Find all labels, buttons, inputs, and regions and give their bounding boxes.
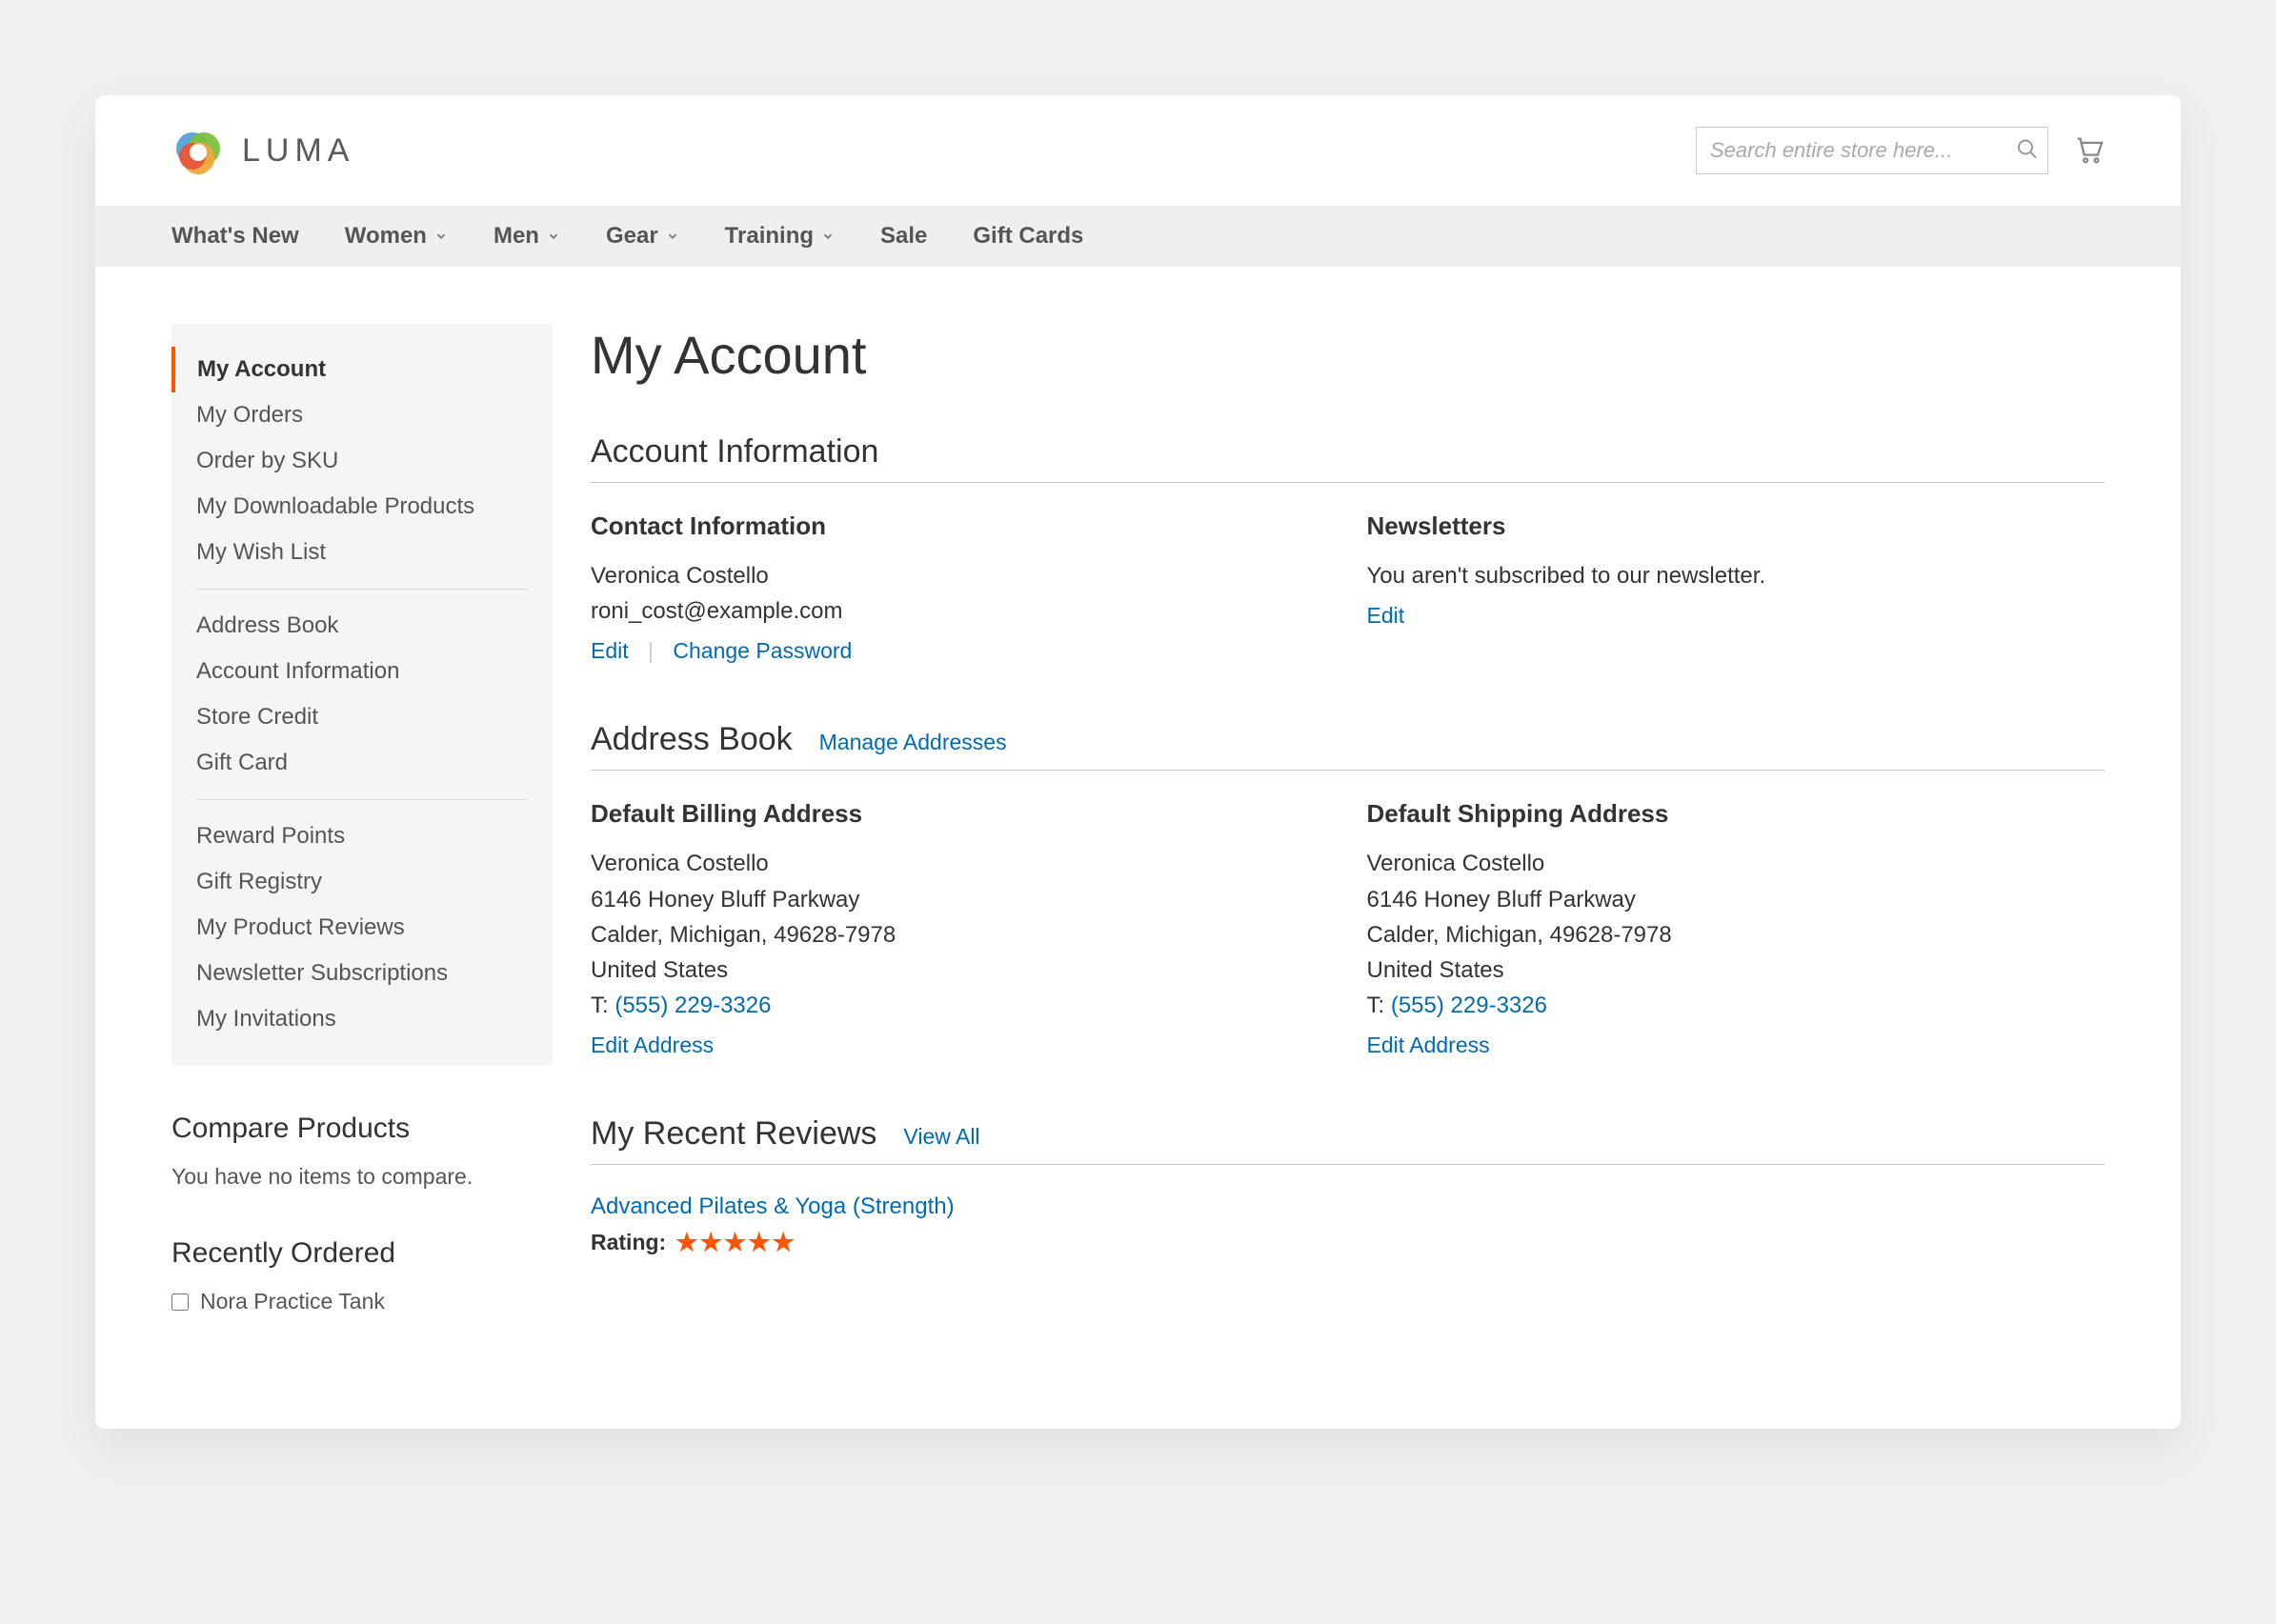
recently-ordered-checkbox[interactable] [171,1293,189,1311]
section-recent-reviews-label: My Recent Reviews [591,1115,876,1153]
nav-label: Training [725,223,814,250]
header: LUMA [95,95,2181,206]
chevron-down-icon [547,230,560,243]
sidebar-item-newsletter-subscriptions[interactable]: Newsletter Subscriptions [171,951,528,996]
change-password-link[interactable]: Change Password [673,638,852,663]
nav-label: What's New [171,223,299,250]
section-account-info: Account Information [591,433,2105,483]
search-icon[interactable] [2016,138,2039,164]
sidebar-item-order-by-sku[interactable]: Order by SKU [171,438,528,484]
section-account-info-label: Account Information [591,433,878,471]
default-billing-box: Default Billing Address Veronica Costell… [591,799,1329,1058]
nav-label: Women [345,223,427,250]
manage-addresses-link[interactable]: Manage Addresses [819,730,1007,755]
shipping-phone[interactable]: (555) 229-3326 [1391,992,1547,1018]
star-icon: ★★★★★ [675,1228,796,1257]
newsletter-status-text: You aren't subscribed to our newsletter. [1367,558,2105,593]
section-address-book: Address Book Manage Addresses [591,721,2105,771]
review-product-link[interactable]: Advanced Pilates & Yoga (Strength) [591,1193,955,1220]
contact-info-title: Contact Information [591,511,1329,541]
shipping-phone-label: T: [1367,992,1391,1018]
chevron-down-icon [434,230,448,243]
account-sidebar-nav: My AccountMy OrdersOrder by SKUMy Downlo… [171,324,553,1065]
nav-item-men[interactable]: Men [493,223,560,250]
edit-contact-link[interactable]: Edit [591,638,629,663]
sidebar-item-store-credit[interactable]: Store Credit [171,694,528,740]
logo-icon [171,124,225,177]
main-nav: What's New Women Men Gear Training Sale Gift C… [95,206,2181,267]
sidebar-item-my-downloadable-products[interactable]: My Downloadable Products [171,484,528,530]
compare-empty-text: You have no items to compare. [171,1164,553,1190]
billing-title: Default Billing Address [591,799,1329,829]
cart-icon[interactable] [2072,133,2105,169]
separator: | [648,638,654,663]
shipping-name: Veronica Costello [1367,846,2105,881]
nav-item-women[interactable]: Women [345,223,448,250]
chevron-down-icon [821,230,835,243]
page-title: My Account [591,324,2105,386]
billing-phone[interactable]: (555) 229-3326 [614,992,771,1018]
compare-title: Compare Products [171,1113,553,1145]
recently-ordered-title: Recently Ordered [171,1237,553,1270]
billing-phone-label: T: [591,992,614,1018]
sidebar-item-gift-card[interactable]: Gift Card [171,740,528,786]
sidebar-item-my-account[interactable]: My Account [171,347,528,392]
recently-ordered-block: Recently Ordered Nora Practice Tank [171,1237,553,1314]
billing-country: United States [591,952,1329,988]
recently-ordered-item[interactable]: Nora Practice Tank [171,1289,553,1314]
sidebar-item-gift-registry[interactable]: Gift Registry [171,859,528,905]
edit-shipping-link[interactable]: Edit Address [1367,1033,1490,1057]
nav-label: Gear [606,223,658,250]
section-recent-reviews: My Recent Reviews View All [591,1115,2105,1165]
logo-text: LUMA [242,132,354,170]
nav-label: Men [493,223,539,250]
contact-name: Veronica Costello [591,558,1329,593]
edit-billing-link[interactable]: Edit Address [591,1033,714,1057]
nav-label: Gift Cards [973,223,1083,250]
sidebar-item-reward-points[interactable]: Reward Points [171,813,528,859]
newsletters-box: Newsletters You aren't subscribed to our… [1367,511,2105,664]
review-item: Advanced Pilates & Yoga (Strength) Rating… [591,1193,2105,1257]
sidebar-item-my-wish-list[interactable]: My Wish List [171,530,528,575]
billing-city-line: Calder, Michigan, 49628-7978 [591,917,1329,952]
nav-item-training[interactable]: Training [725,223,835,250]
edit-newsletter-link[interactable]: Edit [1367,603,1405,628]
view-all-reviews-link[interactable]: View All [903,1124,979,1150]
nav-label: Sale [880,223,927,250]
shipping-title: Default Shipping Address [1367,799,2105,829]
nav-item-gear[interactable]: Gear [606,223,679,250]
shipping-country: United States [1367,952,2105,988]
newsletters-title: Newsletters [1367,511,2105,541]
shipping-city-line: Calder, Michigan, 49628-7978 [1367,917,2105,952]
sidebar-item-my-orders[interactable]: My Orders [171,392,528,438]
billing-street: 6146 Honey Bluff Parkway [591,882,1329,917]
chevron-down-icon [666,230,679,243]
recently-ordered-label: Nora Practice Tank [200,1289,385,1314]
contact-email: roni_cost@example.com [591,593,1329,629]
search-box [1696,127,2048,174]
shipping-street: 6146 Honey Bluff Parkway [1367,882,2105,917]
compare-products-block: Compare Products You have no items to co… [171,1113,553,1190]
rating-label: Rating: [591,1230,666,1255]
nav-item-what-s-new[interactable]: What's New [171,223,299,250]
sidebar-item-account-information[interactable]: Account Information [171,649,528,694]
nav-item-sale[interactable]: Sale [880,223,927,250]
nav-item-gift-cards[interactable]: Gift Cards [973,223,1083,250]
billing-name: Veronica Costello [591,846,1329,881]
default-shipping-box: Default Shipping Address Veronica Costel… [1367,799,2105,1058]
search-input[interactable] [1696,127,2048,174]
section-address-book-label: Address Book [591,721,793,758]
sidebar-item-my-product-reviews[interactable]: My Product Reviews [171,905,528,951]
sidebar-item-my-invitations[interactable]: My Invitations [171,996,528,1042]
sidebar-item-address-book[interactable]: Address Book [171,603,528,649]
contact-info-box: Contact Information Veronica Costello ro… [591,511,1329,664]
logo[interactable]: LUMA [171,124,354,177]
